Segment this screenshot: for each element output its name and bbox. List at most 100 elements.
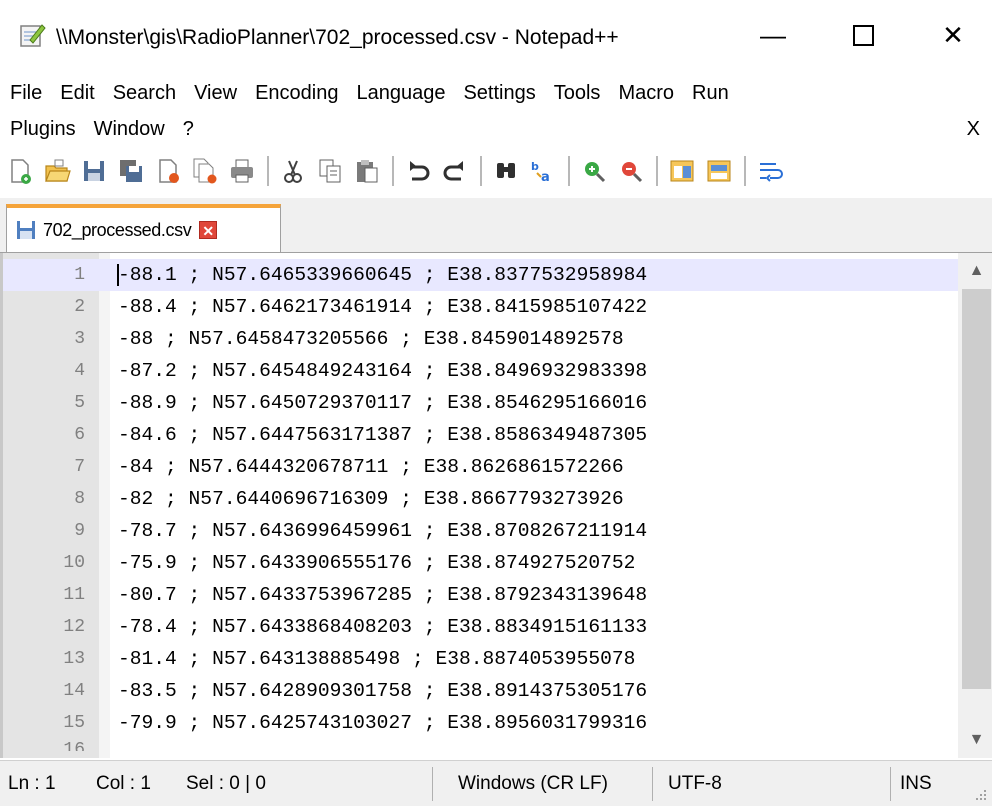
notepad-plus-plus-window: \\Monster\gis\RadioPlanner\702_processed… — [0, 0, 992, 806]
status-divider — [890, 767, 891, 801]
sync-horizontal-icon[interactable] — [705, 157, 733, 185]
toolbar-separator — [392, 156, 394, 186]
editor-line[interactable]: 7 -84 ; N57.6444320678711 ; E38.862686157… — [3, 451, 958, 483]
line-text[interactable]: -81.4 ; N57.643138885498 ; E38.887405395… — [118, 643, 635, 675]
scroll-down-arrow-icon[interactable]: ▼ — [958, 722, 992, 758]
redo-icon[interactable] — [441, 157, 469, 185]
line-text[interactable]: -84.6 ; N57.6447563171387 ; E38.85863494… — [118, 419, 647, 451]
open-file-icon[interactable] — [43, 157, 71, 185]
line-number: 10 — [63, 553, 85, 573]
editor-line[interactable]: 10 -75.9 ; N57.6433906555176 ; E38.874927… — [3, 547, 958, 579]
undo-icon[interactable] — [404, 157, 432, 185]
line-text[interactable]: -87.2 ; N57.6454849243164 ; E38.84969329… — [118, 355, 647, 387]
menu-language[interactable]: Language — [347, 82, 454, 105]
svg-text:b: b — [531, 160, 539, 173]
close-document-button[interactable]: X — [967, 112, 980, 146]
minimize-icon: — — [760, 19, 786, 50]
scrollbar-thumb[interactable] — [962, 289, 991, 689]
find-icon[interactable] — [492, 157, 520, 185]
line-number: 7 — [74, 457, 85, 477]
line-number: 12 — [63, 617, 85, 637]
line-number: 2 — [74, 297, 85, 317]
paste-icon[interactable] — [353, 157, 381, 185]
print-icon[interactable] — [228, 157, 256, 185]
menu-settings[interactable]: Settings — [454, 82, 544, 105]
editor-line[interactable]: 4 -87.2 ; N57.6454849243164 ; E38.8496932… — [3, 355, 958, 387]
editor-line[interactable]: 2 -88.4 ; N57.6462173461914 ; E38.8415985… — [3, 291, 958, 323]
line-text[interactable]: -88.9 ; N57.6450729370117 ; E38.85462951… — [118, 387, 647, 419]
save-all-icon[interactable] — [117, 157, 145, 185]
toolbar-separator — [744, 156, 746, 186]
close-all-icon[interactable] — [191, 157, 219, 185]
status-selection: Sel : 0 | 0 — [186, 773, 266, 794]
menu-help[interactable]: ? — [174, 118, 203, 141]
line-text[interactable]: -80.7 ; N57.6433753967285 ; E38.87923431… — [118, 579, 647, 611]
editor-line[interactable]: 13 -81.4 ; N57.643138885498 ; E38.8874053… — [3, 643, 958, 675]
word-wrap-icon[interactable] — [756, 157, 784, 185]
copy-icon[interactable] — [316, 157, 344, 185]
minimize-button[interactable]: — — [738, 10, 808, 60]
editor-line[interactable]: 5 -88.9 ; N57.6450729370117 ; E38.8546295… — [3, 387, 958, 419]
cut-icon[interactable] — [279, 157, 307, 185]
editor-line[interactable]: 9 -78.7 ; N57.6436996459961 ; E38.8708267… — [3, 515, 958, 547]
line-text[interactable]: -88.4 ; N57.6462173461914 ; E38.84159851… — [118, 291, 647, 323]
editor-line[interactable]: 3 -88 ; N57.6458473205566 ; E38.845901489… — [3, 323, 958, 355]
close-window-button[interactable]: ✕ — [918, 10, 988, 60]
menu-row-1: File Edit Search View Encoding Language … — [0, 76, 738, 110]
editor-line[interactable]: 6 -84.6 ; N57.6447563171387 ; E38.8586349… — [3, 419, 958, 451]
menu-file[interactable]: File — [0, 82, 51, 105]
maximize-button[interactable] — [828, 10, 898, 60]
scroll-up-arrow-icon[interactable]: ▲ — [958, 253, 992, 289]
editor-line[interactable]: 1 -88.1 ; N57.6465339660645 ; E38.8377532… — [3, 259, 958, 291]
tab-close-icon[interactable]: ✕ — [199, 221, 218, 239]
line-number: 11 — [63, 585, 85, 605]
line-text[interactable]: -88 ; N57.6458473205566 ; E38.8459014892… — [118, 323, 624, 355]
save-icon[interactable] — [80, 157, 108, 185]
menu-run[interactable]: Run — [683, 82, 738, 105]
editor-line[interactable]: 8 -82 ; N57.6440696716309 ; E38.866779327… — [3, 483, 958, 515]
line-text[interactable]: -88.1 ; N57.6465339660645 ; E38.83775329… — [118, 259, 647, 291]
line-text[interactable]: -78.4 ; N57.6433868408203 ; E38.88349151… — [118, 611, 647, 643]
line-text[interactable]: -84 ; N57.6444320678711 ; E38.8626861572… — [118, 451, 624, 483]
close-icon: ✕ — [942, 19, 964, 50]
text-editor[interactable]: 1 -88.1 ; N57.6465339660645 ; E38.8377532… — [0, 253, 992, 758]
menu-edit[interactable]: Edit — [51, 82, 103, 105]
menu-view[interactable]: View — [185, 82, 246, 105]
tab-label: 702_processed.csv — [43, 219, 192, 240]
line-text[interactable]: -75.9 ; N57.6433906555176 ; E38.87492752… — [118, 547, 635, 579]
zoom-out-icon[interactable] — [617, 157, 645, 185]
toolbar-separator — [568, 156, 570, 186]
line-text[interactable]: -79.9 ; N57.6425743103027 ; E38.89560317… — [118, 707, 647, 739]
line-number-partial: 16 — [63, 740, 85, 751]
toolbar-separator — [480, 156, 482, 186]
replace-icon[interactable]: ba — [529, 157, 557, 185]
svg-text:a: a — [541, 170, 550, 185]
tab-702-processed-csv[interactable]: 702_processed.csv ✕ — [6, 204, 281, 252]
title-bar[interactable]: \\Monster\gis\RadioPlanner\702_processed… — [0, 0, 992, 68]
menu-search[interactable]: Search — [104, 82, 185, 105]
sync-vertical-icon[interactable] — [668, 157, 696, 185]
zoom-in-icon[interactable] — [580, 157, 608, 185]
editor-line[interactable]: 14 -83.5 ; N57.6428909301758 ; E38.891437… — [3, 675, 958, 707]
close-icon[interactable] — [154, 157, 182, 185]
editor-line[interactable]: 15 -79.9 ; N57.6425743103027 ; E38.895603… — [3, 707, 958, 739]
editor-line[interactable]: 12 -78.4 ; N57.6433868408203 ; E38.883491… — [3, 611, 958, 643]
new-file-icon[interactable] — [6, 157, 34, 185]
line-number: 8 — [74, 489, 85, 509]
menu-window[interactable]: Window — [85, 118, 174, 141]
menu-plugins[interactable]: Plugins — [0, 118, 85, 141]
editor-line[interactable]: 11 -80.7 ; N57.6433753967285 ; E38.879234… — [3, 579, 958, 611]
line-text[interactable]: -78.7 ; N57.6436996459961 ; E38.87082672… — [118, 515, 647, 547]
tab-bar: 702_processed.csv ✕ — [0, 198, 992, 253]
line-number: 3 — [74, 329, 85, 349]
menu-macro[interactable]: Macro — [609, 82, 683, 105]
line-text[interactable]: -82 ; N57.6440696716309 ; E38.8667793273… — [118, 483, 624, 515]
line-number: 5 — [74, 393, 85, 413]
vertical-scrollbar[interactable]: ▲ ▼ — [958, 253, 992, 758]
menu-tools[interactable]: Tools — [545, 82, 610, 105]
resize-grip-icon[interactable] — [972, 786, 988, 802]
toolbar: ba — [0, 148, 992, 194]
line-text[interactable]: -83.5 ; N57.6428909301758 ; E38.89143753… — [118, 675, 647, 707]
menu-encoding[interactable]: Encoding — [246, 82, 347, 105]
saved-file-icon — [17, 221, 35, 239]
